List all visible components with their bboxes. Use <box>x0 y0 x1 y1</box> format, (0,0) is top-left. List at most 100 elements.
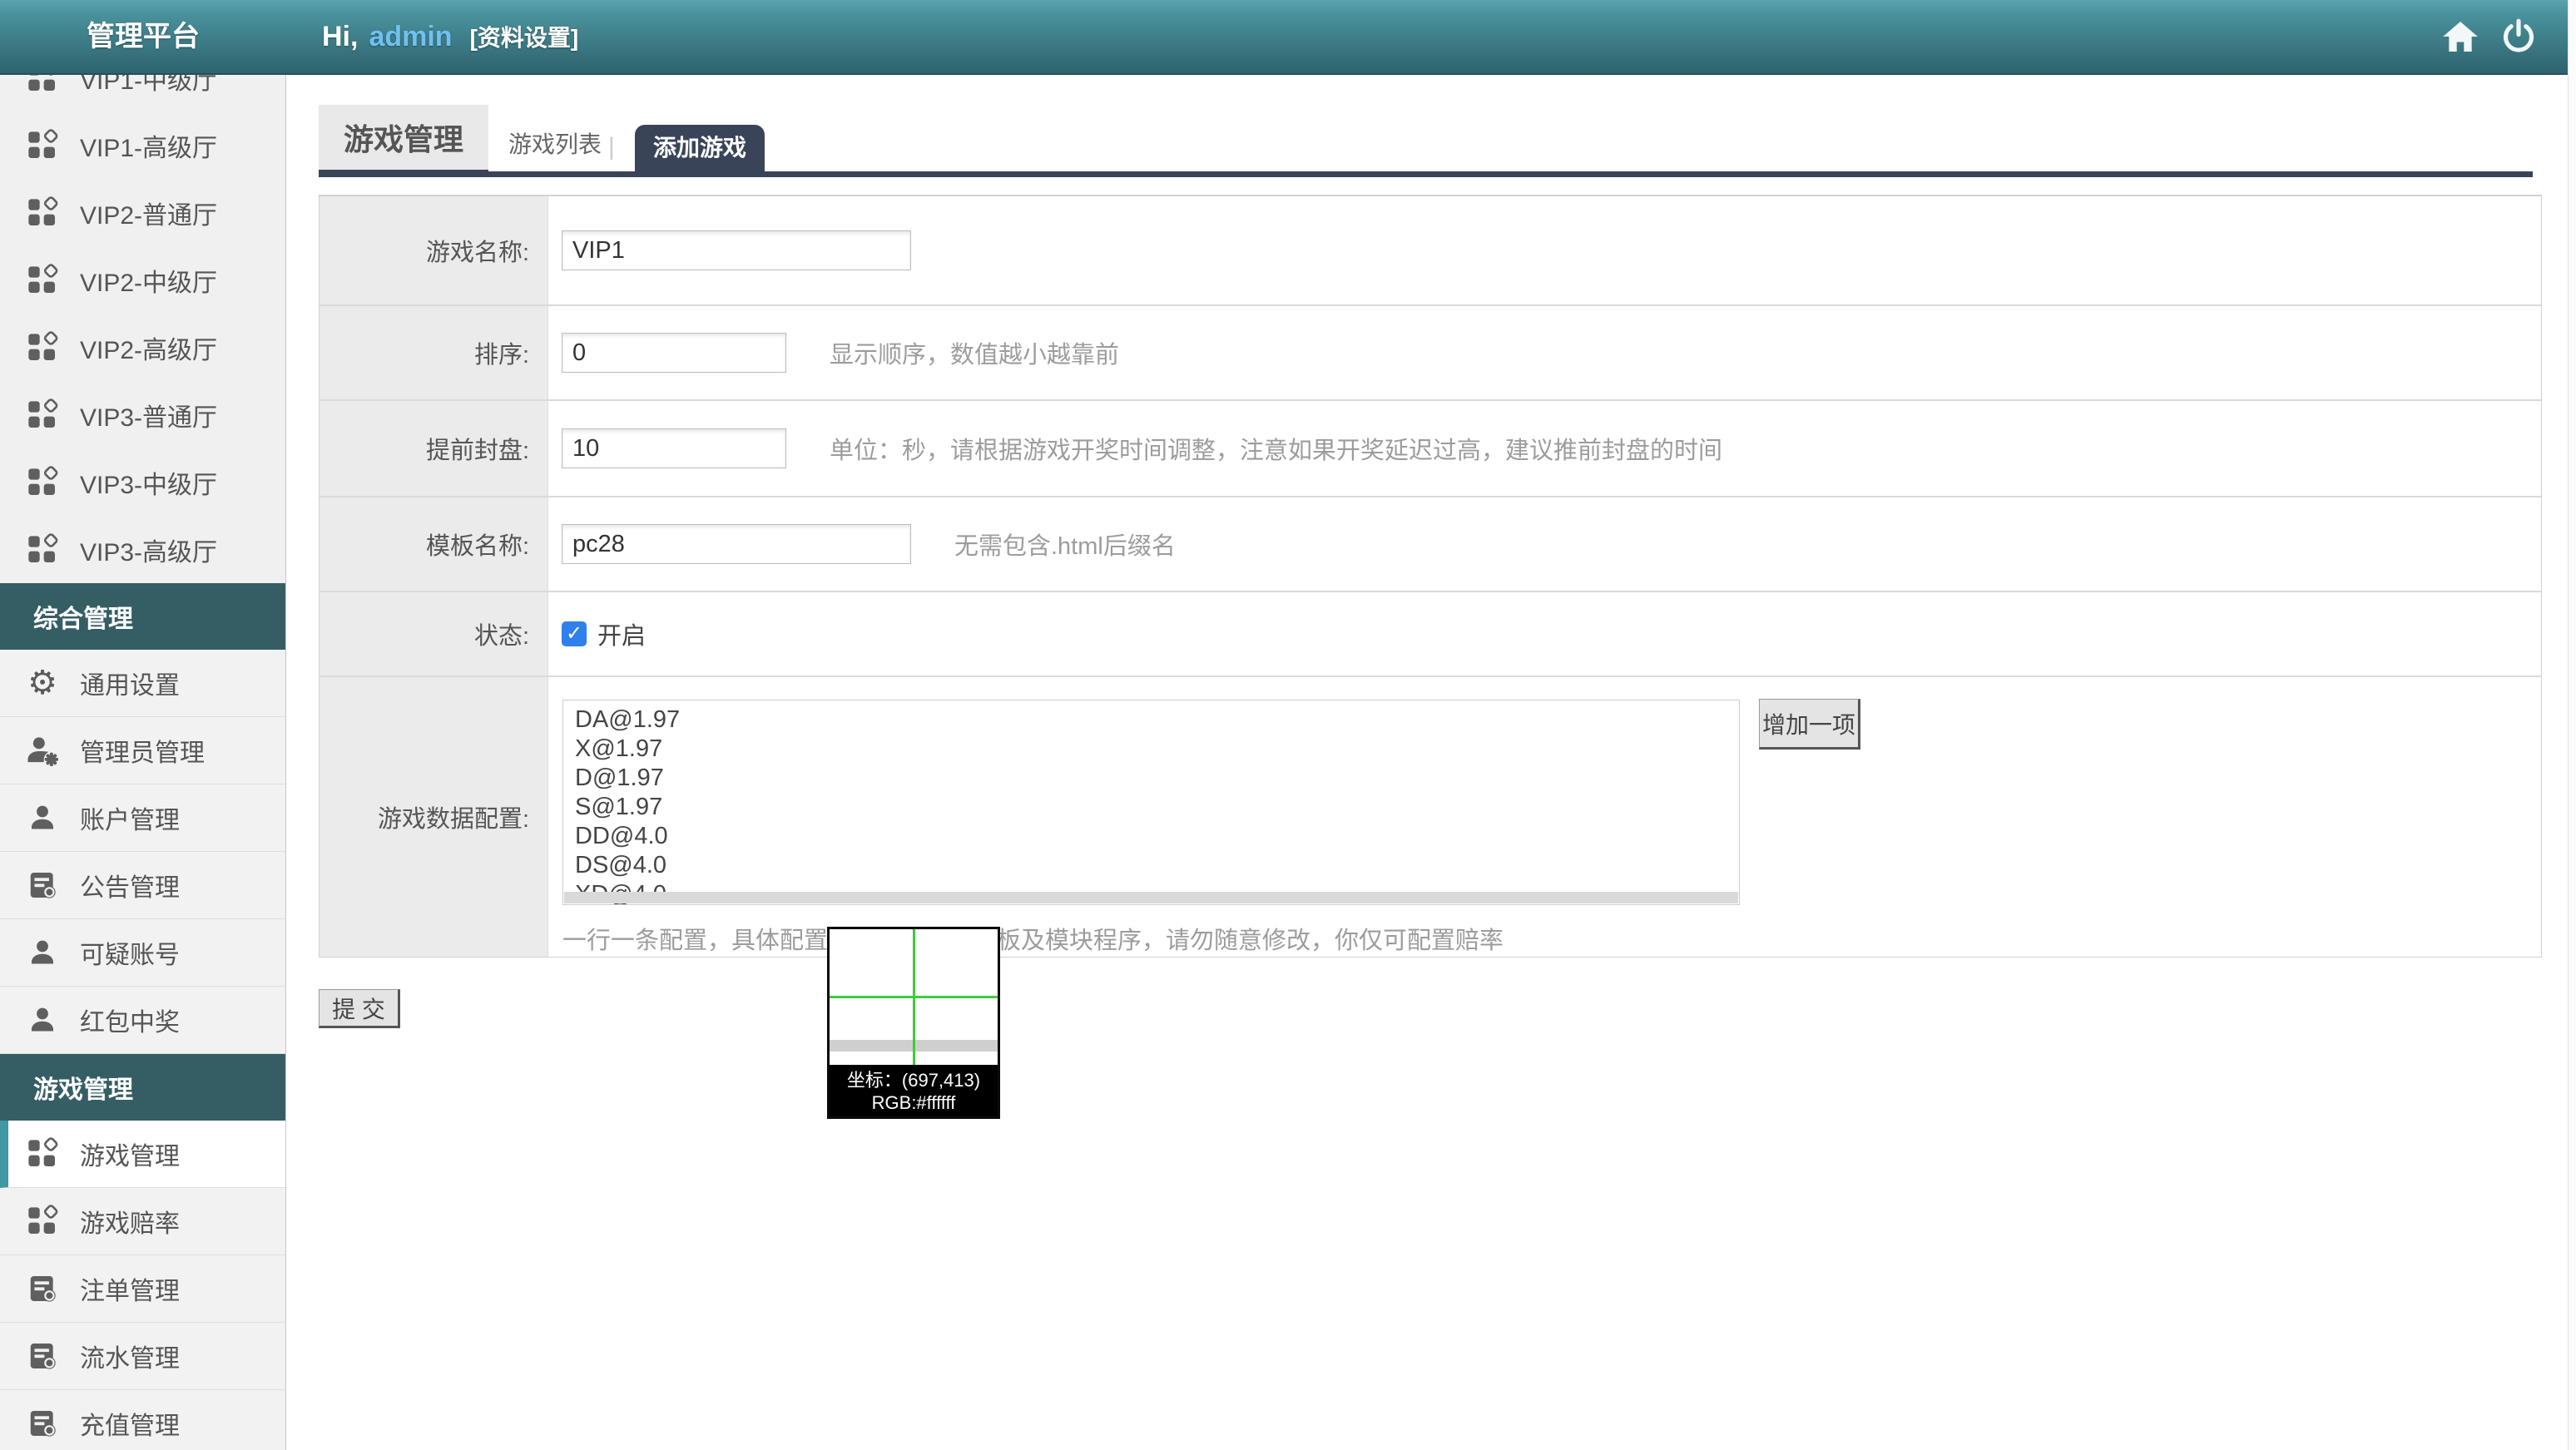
grid-icon <box>25 532 60 567</box>
document-icon <box>25 1406 60 1441</box>
lock-ahead-input[interactable] <box>562 428 786 468</box>
lock-ahead-hint: 单位：秒，请根据游戏开奖时间调整，注意如果开奖延迟过高，建议推前封盘的时间 <box>830 431 1722 466</box>
sidebar-item-vip2-normal[interactable]: VIP2-普通厅 <box>0 179 285 246</box>
config-textarea-wrap: DA@1.97 X@1.97 D@1.97 S@1.97 DD@4.0 DS@4… <box>562 700 1740 905</box>
grid-icon <box>25 330 60 365</box>
sidebar-nav: VIP1-中级厅 VIP1-高级厅 VIP2-普通厅 <box>0 75 286 1450</box>
sidebar-item-label: VIP3-中级厅 <box>80 464 217 501</box>
sidebar-item-vip2-mid[interactable]: VIP2-中级厅 <box>0 246 285 314</box>
sidebar-section-games: 游戏管理 <box>0 1054 285 1121</box>
grid-icon <box>25 263 60 298</box>
color-picker-magnifier: 坐标：(697,413) RGB:#ffffff <box>827 927 1000 1119</box>
status-checkbox[interactable] <box>562 621 587 646</box>
sidebar-item-label: VIP3-高级厅 <box>80 532 217 568</box>
sidebar-item-label: 充值管理 <box>80 1405 180 1442</box>
magnifier-rgb: RGB:#ffffff <box>830 1091 998 1114</box>
grid-icon <box>25 75 60 96</box>
sidebar-item-turnover-management[interactable]: 流水管理 <box>0 1323 285 1390</box>
sidebar-item-recharge-management[interactable]: 充值管理 <box>0 1390 285 1450</box>
sidebar-item-label: VIP2-普通厅 <box>80 195 217 231</box>
grid-icon <box>25 195 60 230</box>
sidebar-section-general: 综合管理 <box>0 583 285 650</box>
game-name-input[interactable] <box>562 230 911 270</box>
template-name-label: 模板名称: <box>320 497 548 591</box>
sidebar-item-label: VIP1-中级厅 <box>80 75 217 97</box>
sidebar-item-vip3-normal[interactable]: VIP3-普通厅 <box>0 381 285 448</box>
tab-separator: | <box>608 133 615 161</box>
gear-icon <box>25 666 60 700</box>
sidebar-item-label: VIP3-普通厅 <box>80 397 217 433</box>
app-title: 管理平台 <box>0 0 286 73</box>
sidebar-item-label: VIP1-高级厅 <box>80 127 217 164</box>
sidebar-item-vip2-high[interactable]: VIP2-高级厅 <box>0 314 285 381</box>
form-row-lock-ahead: 提前封盘: 单位：秒，请根据游戏开奖时间调整，注意如果开奖延迟过高，建议推前封盘… <box>320 401 2541 497</box>
sidebar-item-label: 通用设置 <box>80 665 180 701</box>
sidebar-item-bet-orders[interactable]: 注单管理 <box>0 1255 285 1323</box>
tab-game-list[interactable]: 游戏列表 <box>508 126 602 160</box>
sidebar-item-game-odds[interactable]: 游戏赔率 <box>0 1188 285 1255</box>
user-icon <box>25 935 60 970</box>
document-icon <box>25 868 60 903</box>
page-scrollbar[interactable] <box>2568 0 2576 1450</box>
template-name-hint: 无需包含.html后缀名 <box>954 527 1176 562</box>
top-header-bar: 管理平台 Hi, admin [资料设置] <box>0 0 2576 75</box>
username: admin <box>369 21 452 53</box>
user-icon <box>25 800 60 835</box>
sidebar-item-label: 注单管理 <box>80 1270 180 1307</box>
sidebar-item-game-management[interactable]: 游戏管理 <box>0 1121 285 1188</box>
logout-power-icon[interactable] <box>2501 18 2536 55</box>
form-row-sort-order: 排序: 显示顺序，数值越小越靠前 <box>320 306 2541 401</box>
form-row-template-name: 模板名称: 无需包含.html后缀名 <box>320 497 2541 592</box>
magnifier-readout: 坐标：(697,413) RGB:#ffffff <box>830 1065 998 1116</box>
grid-icon <box>25 1136 60 1171</box>
sidebar-item-redpacket-winning[interactable]: 红包中奖 <box>0 987 285 1054</box>
game-data-config-label: 游戏数据配置: <box>320 677 548 957</box>
sidebar-item-suspicious-accounts[interactable]: 可疑账号 <box>0 919 285 987</box>
grid-icon <box>25 398 60 433</box>
form-row-status: 状态: 开启 <box>320 592 2541 677</box>
game-name-label: 游戏名称: <box>320 196 548 304</box>
sidebar-item-label: 游戏赔率 <box>80 1203 180 1240</box>
sort-order-hint: 显示顺序，数值越小越靠前 <box>830 335 1119 370</box>
add-game-form: 游戏名称: 排序: 显示顺序，数值越小越靠前 提前封盘: 单位：秒，请根据游戏开… <box>319 195 2542 958</box>
textarea-horizontal-scrollbar[interactable] <box>564 892 1738 903</box>
submit-button[interactable]: 提 交 <box>319 989 400 1028</box>
sidebar-item-admin-management[interactable]: 管理员管理 <box>0 717 285 784</box>
sidebar-item-announcement-management[interactable]: 公告管理 <box>0 852 285 919</box>
sidebar-item-account-management[interactable]: 账户管理 <box>0 784 285 852</box>
sidebar-item-vip3-mid[interactable]: VIP3-中级厅 <box>0 448 285 516</box>
sidebar-item-vip1-mid[interactable]: VIP1-中级厅 <box>0 75 285 111</box>
add-item-button[interactable]: 增加一项 <box>1759 699 1860 750</box>
sidebar-item-vip3-high[interactable]: VIP3-高级厅 <box>0 516 285 583</box>
grid-icon <box>25 128 60 163</box>
document-icon <box>25 1271 60 1306</box>
profile-settings-link[interactable]: [资料设置] <box>470 20 579 53</box>
greeting-text: Hi, <box>322 21 358 53</box>
page-title: 游戏管理 <box>319 105 488 171</box>
sidebar-item-general-settings[interactable]: 通用设置 <box>0 650 285 717</box>
user-greeting: Hi, admin [资料设置] <box>322 0 578 73</box>
magnifier-coords: 坐标：(697,413) <box>830 1069 998 1091</box>
tab-add-game[interactable]: 添加游戏 <box>635 125 765 171</box>
user-icon <box>25 1002 60 1037</box>
magnifier-view <box>830 929 998 1065</box>
sidebar-item-label: VIP2-中级厅 <box>80 262 217 299</box>
form-row-game-name: 游戏名称: <box>320 196 2541 306</box>
home-icon[interactable] <box>2441 19 2479 54</box>
sort-order-input[interactable] <box>562 333 786 373</box>
lock-ahead-label: 提前封盘: <box>320 401 548 496</box>
sidebar-item-vip1-high[interactable]: VIP1-高级厅 <box>0 111 285 179</box>
template-name-input[interactable] <box>562 524 911 564</box>
crosshair-horizontal-line <box>830 996 998 998</box>
document-icon <box>25 1339 60 1373</box>
tab-bar: 游戏管理 游戏列表 | 添加游戏 <box>319 106 2533 177</box>
status-label: 状态: <box>320 592 548 676</box>
sidebar-item-label: 红包中奖 <box>80 1002 180 1038</box>
main-content: 游戏管理 游戏列表 | 添加游戏 游戏名称: 排序: 显示顺序，数值越小越靠前 … <box>287 75 2576 1450</box>
status-checkbox-label: 开启 <box>597 616 646 651</box>
header-actions <box>2441 0 2536 73</box>
sidebar-item-label: VIP2-高级厅 <box>80 329 217 366</box>
game-data-config-textarea[interactable]: DA@1.97 X@1.97 D@1.97 S@1.97 DD@4.0 DS@4… <box>562 700 1740 905</box>
sidebar-item-label: 管理员管理 <box>80 732 205 769</box>
sidebar-item-label: 流水管理 <box>80 1338 180 1374</box>
